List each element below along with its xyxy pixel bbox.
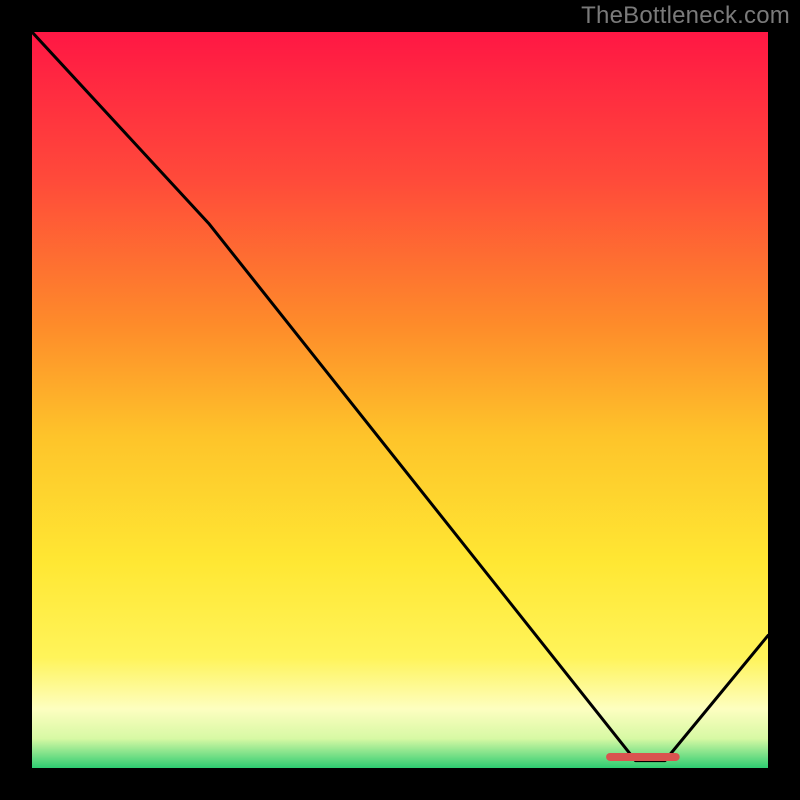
optimum-marker: [606, 753, 680, 761]
chart-frame: TheBottleneck.com: [0, 0, 800, 800]
chart-svg: [32, 32, 768, 768]
plot-area: [32, 32, 768, 768]
gradient-background: [32, 32, 768, 768]
watermark-text: TheBottleneck.com: [581, 2, 790, 30]
